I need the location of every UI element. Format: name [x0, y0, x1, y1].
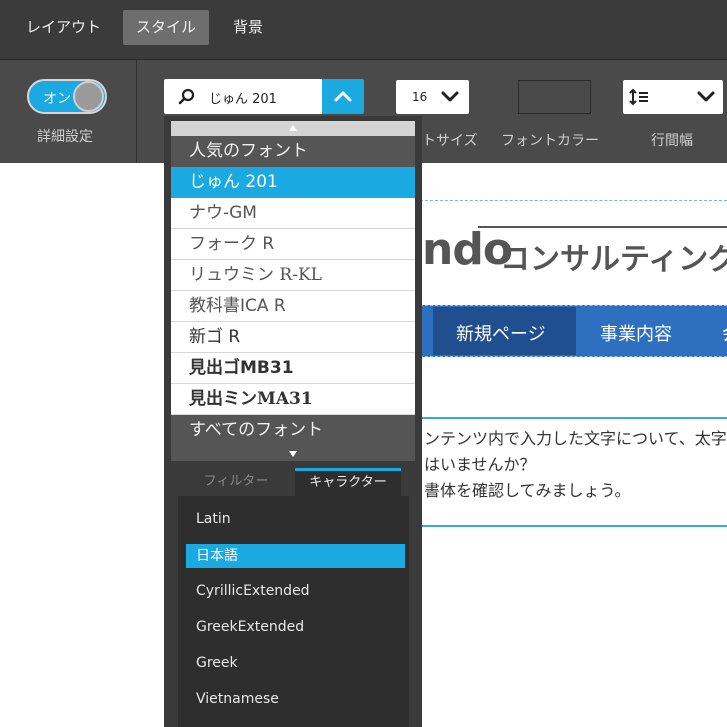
font-option[interactable]: 見出ミンMA31 [171, 384, 415, 415]
line-height-select[interactable] [623, 80, 723, 114]
nav-item-business[interactable]: 事業内容 [600, 320, 672, 346]
font-option[interactable]: フォーク R [171, 229, 415, 260]
detail-settings-caption: 詳細設定 [37, 129, 93, 145]
site-logo-kana[interactable]: コンサルティング [500, 234, 727, 278]
character-set-option[interactable]: 日本語 [186, 544, 405, 568]
font-size-value: 16 [412, 90, 428, 104]
dropdown-scroll-down[interactable] [171, 446, 415, 461]
toggle-label: オン [43, 91, 71, 107]
tab-layout[interactable]: レイアウト [13, 10, 114, 45]
font-option[interactable]: リュウミン R-KL [171, 260, 415, 291]
character-set-option[interactable]: Greek [196, 655, 238, 671]
font-option[interactable]: ナウ-GM [171, 198, 415, 229]
chevron-down-icon [441, 91, 459, 102]
line-height-caption: 行間幅 [651, 133, 693, 149]
tab-style[interactable]: スタイル [123, 10, 210, 45]
app-root: レイアウト スタイル 背景 オン 詳細設定 じゅん 201 16 トサイズ フォ… [0, 0, 727, 727]
font-option[interactable]: 教科書ICA R [171, 291, 415, 322]
character-set-option[interactable]: Vietnamese [196, 691, 279, 707]
content-top-border [420, 417, 727, 419]
nav-item-new-page[interactable]: 新規ページ [456, 320, 546, 346]
subtab-character[interactable]: キャラクター [295, 468, 401, 496]
logo-rule [478, 226, 727, 228]
dropdown-scroll-up[interactable] [171, 121, 415, 136]
content-text-line[interactable]: 書体を確認してみましょう。 [424, 477, 631, 501]
tab-background[interactable]: 背景 [220, 10, 276, 45]
font-search-field[interactable]: じゅん 201 [164, 79, 322, 114]
detail-settings-toggle[interactable]: オン [27, 79, 107, 114]
font-size-caption: トサイズ [422, 133, 478, 149]
content-text-line[interactable]: ンテンツ内で入力した文字について、太字 [424, 425, 727, 449]
content-bottom-border [420, 525, 727, 527]
font-color-swatch[interactable] [518, 80, 591, 114]
scroll-down-arrow-icon [289, 451, 297, 457]
toolbar-divider [136, 60, 137, 163]
font-option[interactable]: 見出ゴMB31 [171, 353, 415, 384]
site-logo-latin[interactable]: ndo [422, 224, 513, 275]
search-icon [178, 88, 196, 110]
font-option[interactable]: じゅん 201 [171, 167, 415, 198]
font-dropdown-toggle-button[interactable] [322, 79, 364, 114]
content-text-line[interactable]: はいませんか？ [424, 451, 536, 475]
all-fonts-link[interactable]: すべてのフォント [171, 415, 415, 446]
line-height-icon [629, 88, 648, 106]
popular-fonts-header: 人気のフォント [171, 136, 415, 167]
scroll-up-arrow-icon [289, 125, 297, 131]
top-tab-bar: レイアウト スタイル 背景 [0, 0, 727, 60]
font-option[interactable]: 新ゴ R [171, 322, 415, 353]
header-guide-line [420, 200, 727, 201]
subtab-filter[interactable]: フィルター [178, 468, 294, 496]
font-size-select[interactable]: 16 [396, 80, 469, 114]
font-search-value: じゅん 201 [209, 92, 277, 107]
character-set-option[interactable]: CyrillicExtended [196, 583, 310, 599]
toggle-knob [73, 81, 104, 112]
nav-item-company[interactable]: 会 [722, 320, 727, 346]
character-set-option[interactable]: GreekExtended [196, 619, 304, 635]
font-color-caption: フォントカラー [501, 133, 599, 149]
character-set-option[interactable]: Latin [196, 511, 231, 527]
chevron-up-icon [334, 91, 352, 102]
chevron-down-icon [697, 91, 715, 102]
